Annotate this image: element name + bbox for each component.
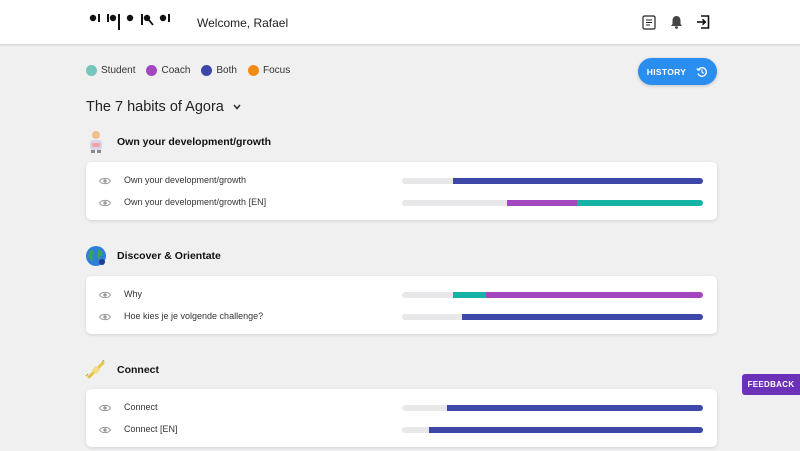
progress-segment — [507, 200, 577, 206]
habit-header-own-development: Own your development/growth — [85, 131, 271, 153]
progress-segment — [462, 314, 703, 320]
legend-dot — [247, 65, 259, 76]
feedback-button[interactable]: FEEDBACK — [742, 374, 800, 395]
habit-title: Connect — [117, 364, 159, 376]
progress-empty-segment — [402, 178, 453, 184]
progress-segment — [453, 292, 486, 298]
list-item[interactable]: Own your development/growth [EN] — [86, 193, 717, 213]
progress-segment — [577, 200, 703, 206]
logo-icon — [89, 14, 170, 30]
person-growth-icon — [85, 131, 107, 153]
history-icon — [696, 66, 708, 77]
legend-item-coach: Coach — [146, 65, 190, 76]
legend-label: Focus — [262, 65, 291, 76]
progress-empty-segment — [402, 314, 462, 320]
notes-icon[interactable] — [640, 13, 658, 31]
history-button[interactable]: HISTORY — [638, 58, 717, 85]
progress-bar — [402, 314, 703, 320]
list-item[interactable]: Why — [86, 285, 717, 305]
legend-label: Coach — [161, 65, 191, 76]
item-label: Own your development/growth [EN] — [124, 197, 267, 207]
habit-header-connect: Connect — [85, 359, 159, 381]
eye-icon[interactable] — [99, 290, 111, 300]
progress-empty-segment — [402, 405, 447, 411]
list-item[interactable]: Connect — [86, 398, 717, 418]
legend-label: Both — [216, 65, 237, 76]
program-selector[interactable]: The 7 habits of Agora — [86, 99, 241, 115]
legend-dot — [201, 65, 213, 76]
chevron-down-icon — [233, 104, 241, 110]
progress-bar — [402, 178, 703, 184]
legend: Student Coach Both Focus — [86, 65, 301, 76]
progress-empty-segment — [402, 427, 429, 433]
plug-icon — [85, 359, 107, 381]
eye-icon[interactable] — [99, 312, 111, 322]
legend-dot — [146, 65, 158, 76]
logout-icon[interactable] — [694, 13, 712, 31]
legend-label: Student — [101, 65, 136, 76]
habit-card-connect: Connect Connect [EN] — [86, 389, 717, 447]
habit-card-discover: Why Hoe kies je je volgende challenge? — [86, 276, 717, 334]
legend-item-both: Both — [201, 65, 237, 76]
progress-segment — [447, 405, 703, 411]
progress-bar — [402, 405, 703, 411]
eye-icon[interactable] — [99, 198, 111, 208]
item-label: Connect — [124, 402, 158, 412]
eye-icon[interactable] — [99, 425, 111, 435]
progress-segment — [429, 427, 703, 433]
legend-dot — [86, 65, 97, 76]
legend-item-focus: Focus — [247, 65, 291, 76]
program-title: The 7 habits of Agora — [86, 99, 224, 115]
habit-card-own-development: Own your development/growth Own your dev… — [86, 162, 717, 220]
eye-icon[interactable] — [99, 403, 111, 413]
habit-title: Discover & Orientate — [117, 250, 221, 262]
habit-header-discover: Discover & Orientate — [85, 245, 221, 267]
progress-segment — [453, 178, 703, 184]
item-label: Hoe kies je je volgende challenge? — [124, 311, 264, 321]
list-item[interactable]: Own your development/growth — [86, 171, 717, 191]
globe-icon — [85, 245, 107, 267]
item-label: Why — [124, 289, 142, 299]
habit-title: Own your development/growth — [117, 136, 272, 148]
welcome-text: Welcome, Rafael — [197, 16, 289, 30]
legend-item-student: Student — [86, 65, 135, 76]
list-item[interactable]: Hoe kies je je volgende challenge? — [86, 307, 717, 327]
logo[interactable] — [89, 11, 177, 33]
bell-icon[interactable] — [667, 13, 685, 31]
item-label: Own your development/growth — [124, 175, 247, 185]
eye-icon[interactable] — [99, 176, 111, 186]
progress-empty-segment — [402, 200, 507, 206]
progress-empty-segment — [402, 292, 453, 298]
top-bar: Welcome, Rafael — [0, 0, 800, 45]
progress-bar — [402, 200, 703, 206]
item-label: Connect [EN] — [124, 424, 178, 434]
progress-bar — [402, 427, 703, 433]
list-item[interactable]: Connect [EN] — [86, 420, 717, 440]
progress-segment — [486, 292, 703, 298]
history-button-label: HISTORY — [646, 66, 687, 77]
progress-bar — [402, 292, 703, 298]
